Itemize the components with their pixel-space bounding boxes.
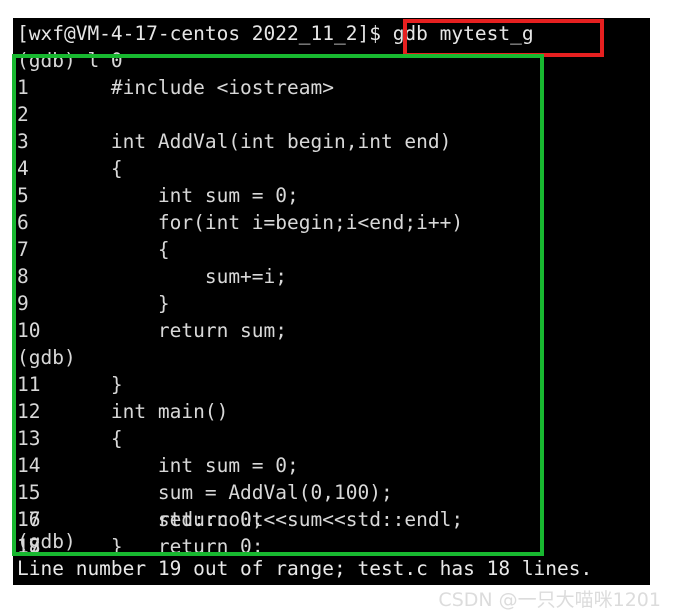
terminal-line: 16 std::cout<<sum<<std::endl; — [17, 508, 464, 531]
terminal-line: 5 int sum = 0; — [17, 184, 299, 207]
shell-prompt: [wxf@VM-4-17-centos 2022_11_2]$ — [17, 22, 393, 45]
terminal-line: 17 return 0; — [17, 535, 264, 558]
terminal-line: 7 { — [17, 238, 170, 261]
terminal-line: 15 sum = AddVal(0,100); — [17, 481, 393, 504]
terminal-line: 3 int AddVal(int begin,int end) — [17, 130, 452, 153]
terminal-line: 12 int main() — [17, 400, 229, 423]
terminal-line: 4 { — [17, 157, 123, 180]
terminal-line: (gdb) — [17, 346, 76, 369]
shell-command: gdb mytest_g — [392, 22, 534, 45]
terminal-line: 1 #include <iostream> — [17, 76, 334, 99]
terminal-line: 6 for(int i=begin;i<end;i++) — [17, 211, 464, 234]
terminal-line: 2 — [17, 103, 111, 126]
terminal-line: 10 return sum; — [17, 319, 288, 342]
terminal-line: 14 int sum = 0; — [17, 454, 299, 477]
csdn-watermark: CSDN @一只大喵咪1201 — [438, 589, 661, 611]
terminal-line: 9 } — [17, 292, 170, 315]
shell-prompt-line: [wxf@VM-4-17-centos 2022_11_2]$ gdb myte… — [17, 20, 534, 47]
terminal-line: (gdb) l 0 — [17, 49, 123, 72]
terminal-line: 11 } — [17, 373, 123, 396]
screenshot-root: [wxf@VM-4-17-centos 2022_11_2]$ gdb myte… — [0, 0, 673, 614]
terminal-line: 8 sum+=i; — [17, 265, 288, 288]
terminal-window[interactable]: [wxf@VM-4-17-centos 2022_11_2]$ gdb myte… — [13, 18, 650, 585]
terminal-line: 13 { — [17, 427, 123, 450]
